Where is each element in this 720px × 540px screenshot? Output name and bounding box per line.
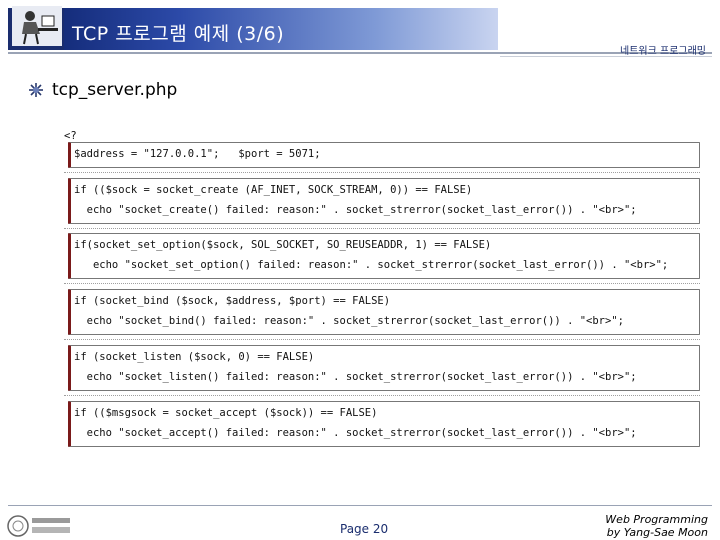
dotted-separator — [64, 283, 700, 284]
code-line: if(socket_set_option($sock, SOL_SOCKET, … — [74, 239, 492, 251]
course-label: 네트워크 프로그래밍 — [620, 46, 706, 57]
header-divider — [8, 52, 712, 54]
footer-credit: Web Programming by Yang-Sae Moon — [605, 513, 708, 539]
code-line: if (socket_listen ($sock, 0) == FALSE) — [74, 351, 315, 363]
code-listing: <? $address = "127.0.0.1"; $port = 5071;… — [60, 128, 700, 450]
code-line: echo "socket_create() failed: reason:" .… — [74, 204, 637, 216]
person-at-desk-icon — [12, 6, 62, 46]
footer-divider — [8, 505, 712, 506]
code-line: if (socket_bind ($sock, $address, $port)… — [74, 295, 391, 307]
code-open-tag: <? — [64, 130, 77, 142]
code-line: $address = "127.0.0.1"; $port = 5071; — [74, 148, 321, 160]
dotted-separator — [64, 339, 700, 340]
dotted-separator — [64, 228, 700, 229]
section-title: tcp_server.php — [52, 80, 178, 100]
page-title: TCP 프로그램 예제 (3/6) — [72, 23, 285, 45]
code-line: echo "socket_listen() failed: reason:" .… — [74, 371, 637, 383]
university-logo — [7, 515, 70, 537]
code-line: echo "socket_bind() failed: reason:" . s… — [74, 315, 624, 327]
dotted-separator — [64, 395, 700, 396]
slide-header: TCP 프로그램 예제 (3/6) 네트워크 프로그래밍 — [0, 0, 720, 62]
credit-course: Web Programming — [605, 513, 708, 526]
code-line: if (($msgsock = socket_accept ($sock)) =… — [74, 407, 378, 419]
code-line: echo "socket_set_option() failed: reason… — [74, 259, 669, 271]
bullet-icon — [29, 83, 43, 97]
credit-author: by Yang-Sae Moon — [606, 526, 708, 539]
dotted-separator — [64, 172, 700, 173]
code-line: echo "socket_accept() failed: reason:" .… — [74, 427, 637, 439]
code-line: if (($sock = socket_create (AF_INET, SOC… — [74, 184, 473, 196]
page-number: Page 20 — [340, 522, 389, 536]
